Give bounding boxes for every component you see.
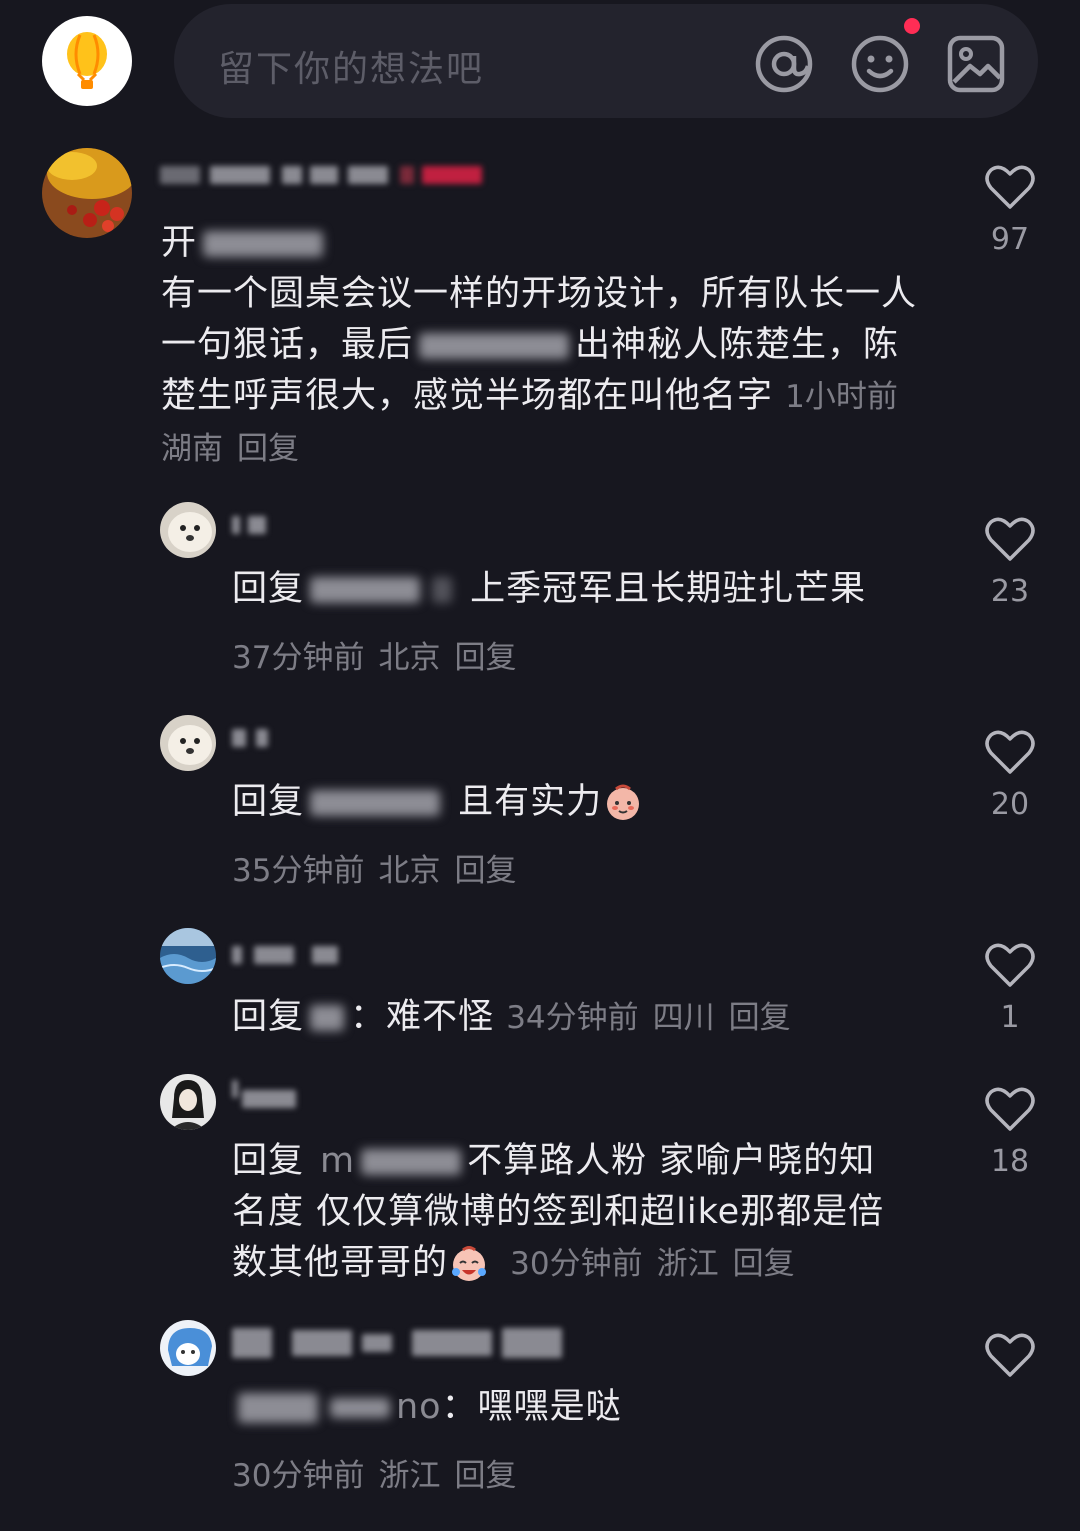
like-count: 97 bbox=[990, 222, 1030, 257]
comment-location: 湖南 bbox=[161, 431, 223, 467]
image-icon[interactable] bbox=[946, 34, 1006, 94]
heart-icon bbox=[985, 1087, 1035, 1131]
comment-time: 30分钟前 bbox=[232, 1458, 365, 1494]
avatar[interactable] bbox=[160, 502, 216, 558]
like-count: 23 bbox=[990, 574, 1030, 609]
at-icon[interactable] bbox=[754, 34, 814, 94]
like-button[interactable]: 1 bbox=[985, 942, 1035, 1036]
avatar[interactable] bbox=[42, 148, 132, 238]
heart-icon bbox=[985, 730, 1035, 774]
like-button[interactable] bbox=[985, 1332, 1035, 1390]
username-redacted[interactable] bbox=[232, 723, 292, 753]
avatar[interactable] bbox=[160, 1074, 216, 1130]
comment-text-part: 开 bbox=[161, 223, 198, 263]
comment-input-bar: 留下你的想法吧 bbox=[0, 0, 1080, 130]
reply-button[interactable]: 回复 bbox=[729, 1000, 791, 1036]
comment-meta: 37分钟前 北京 回复 bbox=[232, 632, 530, 677]
comment-text: 回复 且有实力 bbox=[232, 777, 932, 828]
reply-button[interactable]: 回复 bbox=[454, 640, 516, 676]
heart-icon bbox=[985, 165, 1035, 209]
comment-text: 开 有一个圆桌会议一样的开场设计，所有队长一人一句狠话，最后 出神秘人陈楚生，陈楚… bbox=[161, 218, 921, 475]
balloon-icon[interactable] bbox=[42, 16, 132, 106]
shy-face-icon bbox=[607, 784, 640, 820]
comment-location: 浙江 bbox=[378, 1458, 441, 1494]
reply-prefix: 回复 bbox=[232, 569, 305, 609]
laugh-cry-icon bbox=[452, 1246, 487, 1281]
comment-text-part: 嘿嘿是哒 bbox=[477, 1387, 622, 1427]
reply-button[interactable]: 回复 bbox=[237, 431, 299, 467]
comment-text-part: 上季冠军且长期驻扎芒果 bbox=[470, 569, 867, 609]
username-redacted[interactable] bbox=[232, 1080, 302, 1110]
comment-time: 30分钟前 bbox=[510, 1246, 643, 1282]
username-redacted[interactable] bbox=[232, 1324, 572, 1364]
mention[interactable]: m bbox=[320, 1141, 355, 1181]
comment-time: 34分钟前 bbox=[506, 1000, 639, 1036]
comment-time: 35分钟前 bbox=[232, 853, 365, 889]
comment-text: no：嘿嘿是哒 bbox=[232, 1382, 932, 1433]
like-count: 1 bbox=[1000, 1000, 1020, 1035]
notification-dot bbox=[904, 18, 920, 34]
comment-text: 回复 ：难不怪 34分钟前 四川 回复 bbox=[232, 992, 932, 1044]
comment-meta: 34分钟前 四川 回复 bbox=[506, 1000, 804, 1036]
like-count: 18 bbox=[990, 1144, 1030, 1179]
comment-text-part: ： bbox=[441, 1387, 478, 1427]
username-redacted[interactable] bbox=[232, 940, 342, 970]
like-button[interactable]: 23 bbox=[985, 516, 1035, 610]
reply-button[interactable]: 回复 bbox=[454, 853, 516, 889]
heart-icon bbox=[985, 517, 1035, 561]
reply-button[interactable]: 回复 bbox=[454, 1458, 516, 1494]
comment-location: 北京 bbox=[378, 640, 441, 676]
heart-icon bbox=[985, 943, 1035, 987]
reply-button[interactable]: 回复 bbox=[733, 1246, 795, 1282]
comment-text: 回复 m 不算路人粉 家喻户晓的知 名度 仅仅算微博的签到和超like那都是倍 数其… bbox=[232, 1136, 952, 1290]
comment-input[interactable]: 留下你的想法吧 bbox=[174, 4, 1038, 118]
input-placeholder: 留下你的想法吧 bbox=[218, 49, 485, 90]
comment-text-part: 难不怪 bbox=[386, 997, 495, 1037]
username-redacted[interactable] bbox=[160, 160, 490, 190]
comment-meta: 30分钟前 浙江 回复 bbox=[232, 1450, 530, 1495]
mention[interactable]: no bbox=[396, 1387, 442, 1427]
comment-meta: 30分钟前 浙江 回复 bbox=[510, 1246, 808, 1282]
heart-icon bbox=[985, 1333, 1035, 1377]
avatar[interactable] bbox=[160, 715, 216, 771]
comment-text-part: 且有实力 bbox=[458, 782, 603, 822]
reply-prefix: 回复 bbox=[232, 1141, 305, 1181]
comment-text-part: 不算路人粉 家喻户晓的知 bbox=[467, 1141, 876, 1181]
comment-time: 37分钟前 bbox=[232, 640, 365, 676]
like-count: 20 bbox=[990, 787, 1030, 822]
like-button[interactable]: 18 bbox=[985, 1086, 1035, 1180]
comment-location: 北京 bbox=[378, 853, 441, 889]
comment-text: 回复 上季冠军且长期驻扎芒果 bbox=[232, 564, 932, 615]
avatar[interactable] bbox=[160, 1320, 216, 1376]
avatar[interactable] bbox=[160, 928, 216, 984]
comment-text-part: 数其他哥哥的 bbox=[232, 1243, 449, 1283]
comment-text-part: 名度 仅仅算微博的签到和超like那都是倍 bbox=[232, 1192, 885, 1232]
comment-meta: 35分钟前 北京 回复 bbox=[232, 845, 530, 890]
like-button[interactable]: 97 bbox=[985, 164, 1035, 258]
like-button[interactable]: 20 bbox=[985, 729, 1035, 823]
comment-time: 1小时前 bbox=[785, 379, 898, 415]
username-redacted[interactable] bbox=[232, 510, 292, 540]
comment-text-part: ： bbox=[350, 997, 387, 1037]
reply-prefix: 回复 bbox=[232, 782, 305, 822]
comment-location: 浙江 bbox=[656, 1246, 719, 1282]
emoji-icon[interactable] bbox=[850, 34, 910, 94]
comment-location: 四川 bbox=[652, 1000, 715, 1036]
reply-prefix: 回复 bbox=[232, 997, 305, 1037]
